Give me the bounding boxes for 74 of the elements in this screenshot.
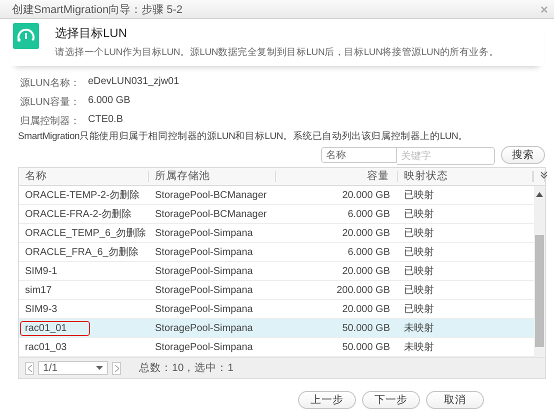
next-page-button[interactable]: [112, 362, 121, 374]
table-cell-text: StoragePool-Simpana: [154, 322, 254, 334]
table-row[interactable]: sim17 StoragePool-Simpana 200.000 GB 已映射: [19, 281, 534, 300]
scrollbar[interactable]: [534, 186, 545, 357]
field-value: eDevLUN031_zjw01: [88, 76, 180, 89]
table-row[interactable]: ORACLE-FRA-2-勿删除 StoragePool-BCManager 6.000 GB 已映射: [19, 205, 534, 224]
column-header[interactable]: 映射状态: [398, 171, 533, 182]
table-cell-text: 20.000 GB: [341, 304, 391, 314]
table-cell-text: 200.000 GB: [336, 284, 391, 296]
table-cell-text: 6.000 GB: [346, 246, 391, 258]
table-cell-text: 已映射: [403, 246, 435, 259]
table-cell-text: ORACLE-TEMP-2-勿删除: [24, 189, 140, 202]
table-cell-text: ORACLE-FRA-2-勿删除: [24, 208, 132, 221]
table-cell-text: 已映射: [403, 188, 435, 202]
table-cell-text: SIM9-1: [24, 266, 58, 276]
field-label: 归属控制器：: [20, 114, 81, 128]
table-cell-text: StoragePool-Simpana: [154, 304, 254, 314]
table-cell-text: StoragePool-Simpana: [154, 246, 254, 258]
table-cell-text: sim17: [24, 284, 52, 296]
gauge-icon: [13, 23, 39, 49]
field-value: 6.000 GB: [88, 95, 132, 108]
scroll-up-icon[interactable]: [536, 192, 543, 197]
controller-note: SmartMigration只能使用归属于相同控制器的源LUN和目标LUN。系统已自动列出该归属控制器上的LUN。: [17, 130, 470, 143]
chevron-right-icon[interactable]: [114, 364, 118, 372]
table-row[interactable]: ORACLE_FRA_6_勿删除 StoragePool-Simpana 6.000 GB 已映射: [19, 243, 534, 262]
table-cell-text: StoragePool-BCManager: [154, 190, 268, 200]
table-cell-text: 50.000 GB: [341, 342, 391, 352]
search-field[interactable]: 关键字: [397, 147, 495, 165]
table-cell-text: StoragePool-Simpana: [154, 228, 254, 238]
table-cell-text: 未映射: [403, 322, 435, 335]
wizard-button[interactable]: 下一步: [362, 391, 420, 409]
page-select[interactable]: 1/1: [38, 361, 108, 375]
table-cell-text: SIM9-3: [24, 304, 58, 314]
wizard-button[interactable]: 取消: [426, 391, 484, 409]
column-header[interactable]: 所属存储池: [149, 171, 276, 182]
table-cell-text: 已映射: [403, 284, 435, 297]
table-cell-text: ORACLE_FRA_6_勿删除: [24, 246, 138, 259]
field-label: 源LUN名称：: [20, 77, 82, 90]
table-row[interactable]: ORACLE-TEMP-2-勿删除 StoragePool-BCManager 20.000 GB 已映射: [19, 186, 534, 205]
table-cell-text: StoragePool-Simpana: [154, 266, 254, 276]
table-cell-text: 已映射: [403, 208, 435, 221]
table-cell-text: 未映射: [403, 340, 435, 354]
table-cell-text: 已映射: [403, 264, 435, 278]
column-header[interactable]: 名称: [19, 171, 149, 182]
table-cell: rac01_01: [21, 322, 89, 334]
table-cell-text: 50.000 GB: [341, 322, 391, 334]
caret-icon[interactable]: [96, 366, 103, 370]
chevron-left-icon[interactable]: [28, 364, 32, 372]
window-title: 创建SmartMigration向导：步骤 5-2: [12, 2, 183, 16]
column-header[interactable]: 容量: [276, 171, 398, 182]
step-description: 请选择一个LUN作为目标LUN。源LUN数据完全复制到目标LUN后，目标LUN将接管源LUN的所有业务。: [55, 46, 499, 59]
table-cell-text: 20.000 GB: [341, 266, 391, 276]
field-label: 源LUN容量：: [20, 96, 82, 109]
table-cell-text: 20.000 GB: [341, 228, 391, 238]
field-value: CTE0.B: [88, 114, 124, 127]
expand-icon[interactable]: [533, 171, 545, 182]
table-row[interactable]: rac01_01 StoragePool-Simpana 50.000 GB 未映射: [19, 319, 534, 338]
table-cell-text: ORACLE_TEMP_6_勿删除: [24, 227, 146, 240]
table-cell-text: StoragePool-Simpana: [154, 284, 254, 296]
step-title: 选择目标LUN: [55, 25, 128, 42]
selection-summary: 总数：10，选中：1: [139, 361, 234, 375]
wizard-button[interactable]: 上一步: [298, 391, 356, 409]
table-cell-text: 已映射: [403, 226, 435, 240]
table-row[interactable]: ORACLE_TEMP_6_勿删除 StoragePool-Simpana 20.000 GB 已映射: [19, 224, 534, 243]
table-cell-text: 6.000 GB: [346, 208, 391, 220]
table-row[interactable]: SIM9-1 StoragePool-Simpana 20.000 GB 已映射: [19, 262, 534, 281]
table-cell-text: StoragePool-BCManager: [154, 208, 268, 220]
table-cell-text: StoragePool-Simpana: [154, 342, 254, 352]
table-cell-text: 已映射: [403, 302, 435, 316]
search-button[interactable]: 搜索: [501, 146, 545, 164]
table-cell-text: 20.000 GB: [341, 190, 391, 200]
search-category-select[interactable]: 名称: [321, 147, 397, 163]
table-cell-text: rac01_03: [24, 342, 67, 352]
previous-page-button[interactable]: [25, 362, 34, 374]
